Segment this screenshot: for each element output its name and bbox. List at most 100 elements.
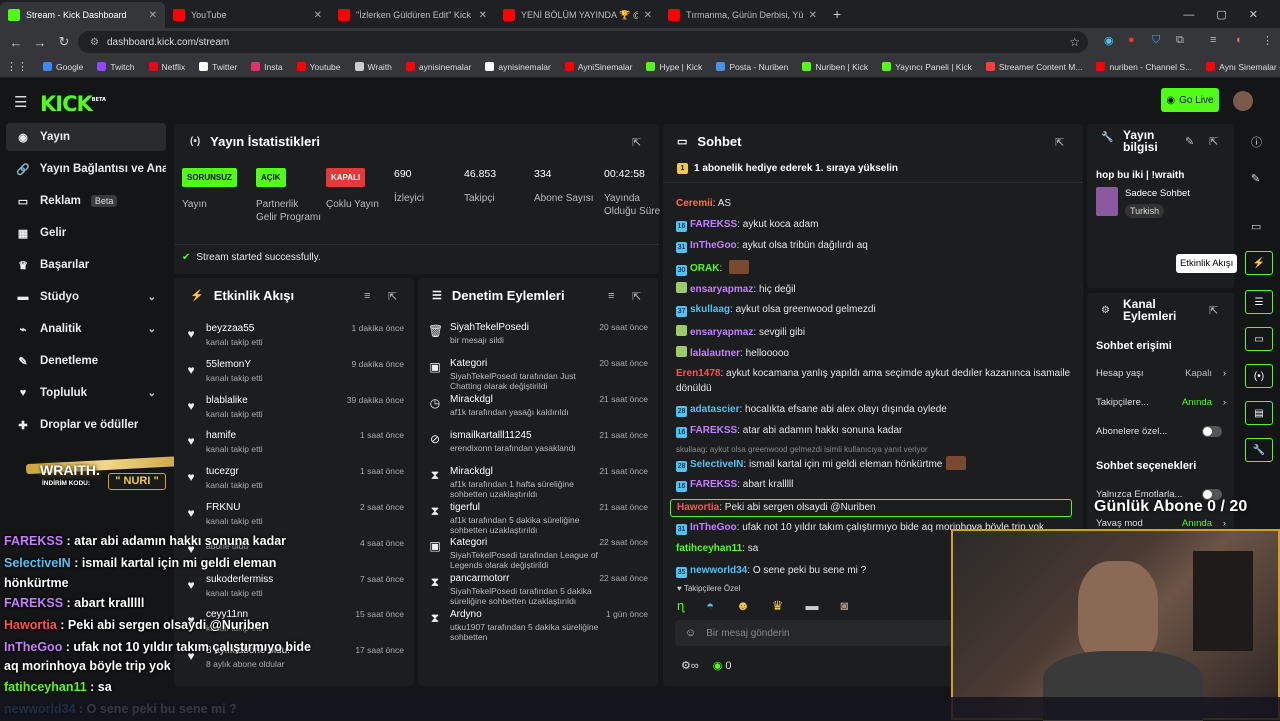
- emoji-icon[interactable]: ☺: [685, 627, 696, 639]
- chat-message[interactable]: lalalautner: hellooooo: [676, 346, 1076, 361]
- chat-username[interactable]: ensaryapmaz: [690, 284, 753, 295]
- chat-username[interactable]: lalalautner: [690, 348, 740, 359]
- emote[interactable]: ɳ: [677, 598, 684, 614]
- chat-message[interactable]: 28 SelectiveIN: ismail kartal için mi gel…: [676, 456, 1076, 472]
- activity-row[interactable]: ♥ blablalike kanalı takip etti 39 dakika ön…: [174, 395, 414, 429]
- sidebar-item-5[interactable]: ♛ Başarılar: [6, 251, 166, 279]
- sidebar-item-4[interactable]: ▦ Gelir: [6, 219, 166, 247]
- moderation-row[interactable]: ◷ Mirackdgl af1k tarafından yasağı kaldırı…: [418, 394, 658, 428]
- bookmark-item[interactable]: Yayıncı Paneli | Kick: [875, 62, 979, 72]
- address-bar[interactable]: ⚙ dashboard.kick.com/stream ☆: [78, 31, 1088, 53]
- pinned-banner[interactable]: 1 1 abonelik hediye ederek 1. sıraya yüks…: [677, 163, 898, 174]
- back-icon[interactable]: ←: [4, 35, 28, 50]
- bookmark-item[interactable]: aynisinemalar: [399, 62, 478, 72]
- chat-message[interactable]: 28 adatascier: hocalıkta efsane abi alex …: [676, 403, 1076, 417]
- channel-setting-row[interactable]: Hesap yaşı Kapalı ›: [1096, 368, 1226, 379]
- channel-setting-row[interactable]: Abonelere özel...: [1096, 426, 1226, 437]
- bookmark-item[interactable]: Netflix: [142, 62, 193, 72]
- moderation-row[interactable]: ⊘ ismailkartalll11245 erendixonn tarafında…: [418, 430, 658, 464]
- chat-message[interactable]: ensaryapmaz: hiç değil: [676, 282, 1076, 297]
- shield-icon[interactable]: ⛉: [1152, 34, 1160, 47]
- activity-row[interactable]: ♥ tucezgr kanalı takip etti 1 saat önce: [174, 466, 414, 500]
- menu-dots-icon[interactable]: ⋮: [1262, 34, 1273, 47]
- chat-username[interactable]: Eren1478: [676, 368, 720, 379]
- emote[interactable]: ◙: [840, 598, 848, 614]
- chat-message[interactable]: Ceremii: AS: [676, 197, 1076, 211]
- window-controls[interactable]: —▢✕: [1183, 8, 1280, 21]
- chat-message[interactable]: 16 FAREKSS: abart kralllll: [676, 478, 1076, 492]
- chat-username[interactable]: fatihceyhan11: [676, 543, 742, 554]
- bookmark-item[interactable]: Streamer Content M...: [979, 62, 1090, 72]
- bookmark-item[interactable]: nuriben - Channel S...: [1089, 62, 1199, 72]
- chat-username[interactable]: skullaag: [690, 304, 730, 315]
- chat-username[interactable]: newworld34: [690, 565, 747, 576]
- emote[interactable]: ♛: [772, 598, 784, 614]
- chat-settings-icon[interactable]: ⚙∞: [681, 659, 699, 672]
- info-icon[interactable]: ⓘ: [1251, 134, 1262, 150]
- bookmark-item[interactable]: aynisinemalar: [478, 62, 557, 72]
- sidebar-item-1[interactable]: ◉ Yayın: [6, 123, 166, 151]
- chat-username[interactable]: adatascier: [690, 404, 739, 415]
- sidebar-item-2[interactable]: 🔗 Yayın Bağlantısı ve Anahtarı: [6, 155, 166, 183]
- chat-message[interactable]: dönüldü: [676, 382, 1076, 396]
- moderation-row[interactable]: ▣ Kategori SiyahTekelPosedi tarafından Jus…: [418, 358, 658, 392]
- emote[interactable]: ☻: [736, 598, 750, 614]
- emote[interactable]: ▬: [805, 598, 818, 614]
- close-icon[interactable]: ✕: [644, 10, 652, 21]
- bookmark-item[interactable]: AyniSinemalar: [558, 62, 640, 72]
- chat-username[interactable]: FAREKSS: [690, 219, 737, 230]
- chat-username[interactable]: ensaryapmaz: [690, 327, 753, 338]
- close-icon[interactable]: ✕: [479, 10, 487, 21]
- moderation-row[interactable]: 🗑 SiyahTekelPosedi bir mesajı sildi 20 saat…: [418, 322, 658, 356]
- bookmark-item[interactable]: Hype | Kick: [639, 62, 709, 72]
- extensions-puzzle-icon[interactable]: ⧉: [1176, 34, 1184, 47]
- activity-row[interactable]: ♥ FRKNU kanalı takip etti 2 saat önce: [174, 502, 414, 536]
- browser-tab[interactable]: YouTube ✕: [165, 2, 330, 28]
- chat-message[interactable]: 30 ORAK:: [676, 260, 1076, 276]
- stream-info-toggle[interactable]: ▤: [1245, 401, 1273, 425]
- chat-toggle[interactable]: ▭: [1245, 327, 1273, 351]
- moderation-row[interactable]: ⧗ Ardyno utku1907 tarafından 5 dakika süre…: [418, 609, 658, 643]
- sidebar-item-8[interactable]: ✎ Denetleme: [6, 347, 166, 375]
- popout-icon[interactable]: ⇱: [632, 290, 641, 303]
- popout-icon[interactable]: ⇱: [1209, 304, 1218, 317]
- chat-username[interactable]: SelectiveIN: [690, 459, 743, 470]
- browser-tab[interactable]: Tırmanma, Gürün Derbisi, Yüks ✕: [660, 2, 825, 28]
- chat-username[interactable]: Hawortia: [677, 502, 719, 513]
- media-icon[interactable]: ≡: [1210, 34, 1216, 46]
- bookmark-item[interactable]: Twitch: [90, 62, 141, 72]
- popout-icon[interactable]: ⇱: [1055, 136, 1064, 149]
- bookmark-item[interactable]: Nuriben | Kick: [795, 62, 875, 72]
- moderation-row[interactable]: ▣ Kategori SiyahTekelPosedi tarafından Lea…: [418, 537, 658, 571]
- bookmark-item[interactable]: Posta - Nuriben: [709, 62, 795, 72]
- popout-icon[interactable]: ⇱: [632, 136, 641, 149]
- extension-icon[interactable]: ●: [1128, 34, 1135, 46]
- hamburger-menu-icon[interactable]: ☰: [14, 93, 27, 111]
- chat-username[interactable]: Ceremii: [676, 198, 713, 209]
- site-info-icon[interactable]: ⚙: [90, 37, 99, 48]
- moderation-row[interactable]: ⧗ Mirackdgl af1k tarafından 1 hafta süreli…: [418, 466, 658, 500]
- profile-icon[interactable]: ◐: [1236, 34, 1243, 46]
- forward-icon[interactable]: →: [28, 35, 52, 50]
- bookmark-item[interactable]: Insta: [244, 62, 289, 72]
- activity-feed-toggle[interactable]: ⚡: [1245, 251, 1273, 275]
- sidebar-item-6[interactable]: ▬ Stüdyo ⌄: [6, 283, 166, 311]
- popout-icon[interactable]: ⇱: [388, 290, 397, 303]
- activity-row[interactable]: ♥ 55lemonY kanalı takip etti 9 dakika önce: [174, 359, 414, 393]
- moderation-toggle[interactable]: ☰: [1245, 290, 1273, 314]
- bookmark-star-icon[interactable]: ☆: [1069, 35, 1080, 49]
- chat-message[interactable]: 37 skullaag: aykut olsa greenwood gelmezd…: [676, 303, 1076, 317]
- toggle-switch[interactable]: [1202, 426, 1222, 437]
- filter-icon[interactable]: ≡: [608, 290, 614, 302]
- chat-username[interactable]: FAREKSS: [690, 479, 737, 490]
- chat-message[interactable]: Hawortia: Peki abi sergen olsaydi @Nurib…: [670, 499, 1072, 517]
- close-icon[interactable]: ✕: [314, 10, 322, 21]
- chat-username[interactable]: ORAK: [690, 263, 719, 274]
- extension-icon[interactable]: ◉: [1104, 34, 1114, 47]
- panel-icon[interactable]: ▭: [1251, 220, 1261, 233]
- chat-message[interactable]: Eren1478: aykut kocamana yanlış yapıldı …: [676, 367, 1076, 381]
- sidebar-item-10[interactable]: ✚ Droplar ve ödüller: [6, 411, 166, 439]
- chat-username[interactable]: FAREKSS: [690, 425, 737, 436]
- chat-message[interactable]: 16 FAREKSS: atar abi adamın hakkı sonuna …: [676, 424, 1076, 438]
- chat-message[interactable]: 16 FAREKSS: aykut koca adam: [676, 218, 1076, 232]
